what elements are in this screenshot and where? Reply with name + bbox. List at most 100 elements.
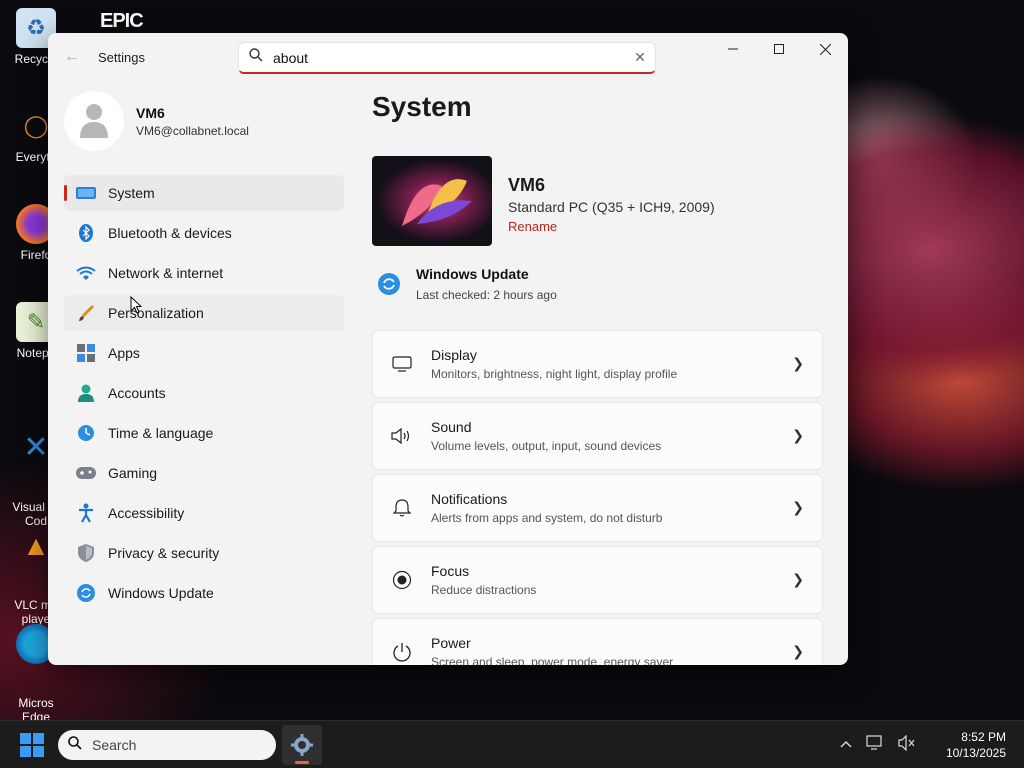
- avatar: [64, 91, 124, 151]
- settings-search[interactable]: ✕: [238, 42, 656, 74]
- card-display[interactable]: Display Monitors, brightness, night ligh…: [372, 330, 823, 398]
- sidebar-item-network[interactable]: Network & internet: [64, 255, 344, 291]
- globe-clock-icon: [74, 423, 98, 443]
- windows-logo-icon-part: [33, 733, 44, 744]
- windows-update-status[interactable]: Windows Update Last checked: 2 hours ago: [378, 263, 557, 302]
- maximize-button[interactable]: [756, 33, 802, 65]
- clock-date: 10/13/2025: [945, 746, 1006, 760]
- sidebar-item-label: System: [108, 185, 155, 201]
- search-icon: [68, 736, 82, 754]
- title-bar[interactable]: ← Settings ✕: [48, 33, 848, 81]
- sidebar-item-bluetooth[interactable]: Bluetooth & devices: [64, 215, 344, 251]
- power-icon: [373, 642, 431, 662]
- sidebar-item-system[interactable]: System: [64, 175, 344, 211]
- taskbar-search[interactable]: Search: [58, 730, 276, 760]
- sidebar-item-label: Bluetooth & devices: [108, 225, 232, 241]
- minimize-button[interactable]: [710, 33, 756, 65]
- start-button[interactable]: [20, 733, 44, 757]
- taskbar-settings-app[interactable]: [282, 725, 322, 765]
- sidebar-item-windows-update[interactable]: Windows Update: [64, 575, 344, 611]
- sidebar-item-accounts[interactable]: Accounts: [64, 375, 344, 411]
- windows-logo-icon: [20, 733, 31, 744]
- close-button[interactable]: [802, 33, 848, 65]
- sidebar-item-time-language[interactable]: Time & language: [64, 415, 344, 451]
- sidebar-item-label: Windows Update: [108, 585, 214, 601]
- sidebar-item-label: Accounts: [108, 385, 166, 401]
- chevron-right-icon: ❯: [792, 571, 804, 587]
- device-wallpaper-thumbnail: [372, 156, 492, 246]
- chevron-up-icon[interactable]: [840, 735, 852, 754]
- card-title: Notifications: [431, 491, 508, 507]
- card-subtitle: Monitors, brightness, night light, displ…: [431, 367, 678, 381]
- mouse-cursor-icon: [130, 295, 143, 314]
- brush-icon: [74, 303, 98, 323]
- apps-icon: [74, 343, 98, 363]
- speaker-icon: [373, 427, 431, 445]
- system-icon: [74, 183, 98, 203]
- wifi-icon: [74, 263, 98, 283]
- windows-logo-icon-part: [20, 746, 31, 757]
- update-icon: [378, 273, 402, 297]
- card-subtitle: Alerts from apps and system, do not dist…: [431, 511, 663, 525]
- display-icon: [373, 356, 431, 372]
- focus-icon: [373, 570, 431, 590]
- epic-logo[interactable]: EPIC: [100, 10, 144, 33]
- sidebar-item-gaming[interactable]: Gaming: [64, 455, 344, 491]
- device-name: VM6: [508, 175, 546, 195]
- clear-search-icon[interactable]: ✕: [625, 49, 655, 66]
- search-icon: [239, 48, 273, 67]
- profile-name: VM6: [136, 104, 165, 121]
- search-input[interactable]: [273, 49, 625, 66]
- rename-link[interactable]: Rename: [508, 219, 557, 234]
- app-title: Settings: [98, 50, 145, 65]
- taskbar-search-label: Search: [92, 737, 137, 753]
- network-icon[interactable]: [866, 735, 884, 754]
- bell-icon: [373, 498, 431, 518]
- sidebar-item-label: Time & language: [108, 425, 214, 441]
- volume-muted-icon[interactable]: [898, 734, 916, 754]
- card-title: Power: [431, 635, 471, 651]
- card-title: Display: [431, 347, 477, 363]
- card-subtitle: Reduce distractions: [431, 583, 537, 597]
- accessibility-icon: [74, 503, 98, 523]
- sidebar-item-privacy-security[interactable]: Privacy & security: [64, 535, 344, 571]
- window-controls: [710, 33, 848, 65]
- sidebar-item-personalization[interactable]: Personalization: [64, 295, 344, 331]
- taskbar: Search 8:52 PM 10/13/2025: [0, 720, 1024, 768]
- user-profile[interactable]: VM6 VM6@collabnet.local: [64, 91, 249, 151]
- sidebar-item-label: Gaming: [108, 465, 158, 481]
- sidebar-item-apps[interactable]: Apps: [64, 335, 344, 371]
- sidebar-item-label: Privacy & security: [108, 545, 220, 561]
- windows-update-subtitle: Last checked: 2 hours ago: [416, 288, 557, 302]
- chevron-right-icon: ❯: [792, 499, 804, 515]
- chevron-right-icon: ❯: [792, 427, 804, 443]
- card-sound[interactable]: Sound Volume levels, output, input, soun…: [372, 402, 823, 470]
- card-notifications[interactable]: Notifications Alerts from apps and syste…: [372, 474, 823, 542]
- gamepad-icon: [74, 463, 98, 483]
- taskbar-clock[interactable]: 8:52 PM 10/13/2025: [946, 729, 1006, 761]
- back-arrow-icon[interactable]: ←: [62, 47, 82, 67]
- person-icon: [80, 104, 108, 138]
- card-title: Focus: [431, 563, 470, 579]
- chevron-right-icon: ❯: [792, 643, 804, 659]
- system-tray: [840, 734, 916, 754]
- sidebar-item-accessibility[interactable]: Accessibility: [64, 495, 344, 531]
- settings-window: ← Settings ✕: [48, 33, 848, 665]
- chevron-right-icon: ❯: [792, 355, 804, 371]
- windows-logo-icon-part: [33, 746, 44, 757]
- card-power[interactable]: Power Screen and sleep, power mode, ener…: [372, 618, 823, 665]
- sidebar-item-label: Personalization: [108, 305, 204, 321]
- card-subtitle: Volume levels, output, input, sound devi…: [431, 439, 662, 453]
- card-focus[interactable]: Focus Reduce distractions ❯: [372, 546, 823, 614]
- device-model: Standard PC (Q35 + ICH9, 2009): [508, 199, 715, 215]
- shield-icon: [74, 543, 98, 563]
- bluetooth-icon: [74, 223, 98, 243]
- gear-icon: [291, 734, 313, 756]
- sidebar-item-label: Accessibility: [108, 505, 185, 521]
- card-subtitle: Screen and sleep, power mode, energy sav…: [431, 655, 674, 665]
- accounts-icon: [74, 383, 98, 403]
- card-title: Sound: [431, 419, 472, 435]
- clock-time: 8:52 PM: [961, 730, 1006, 744]
- page-title: System: [372, 91, 472, 122]
- profile-email: VM6@collabnet.local: [136, 123, 249, 138]
